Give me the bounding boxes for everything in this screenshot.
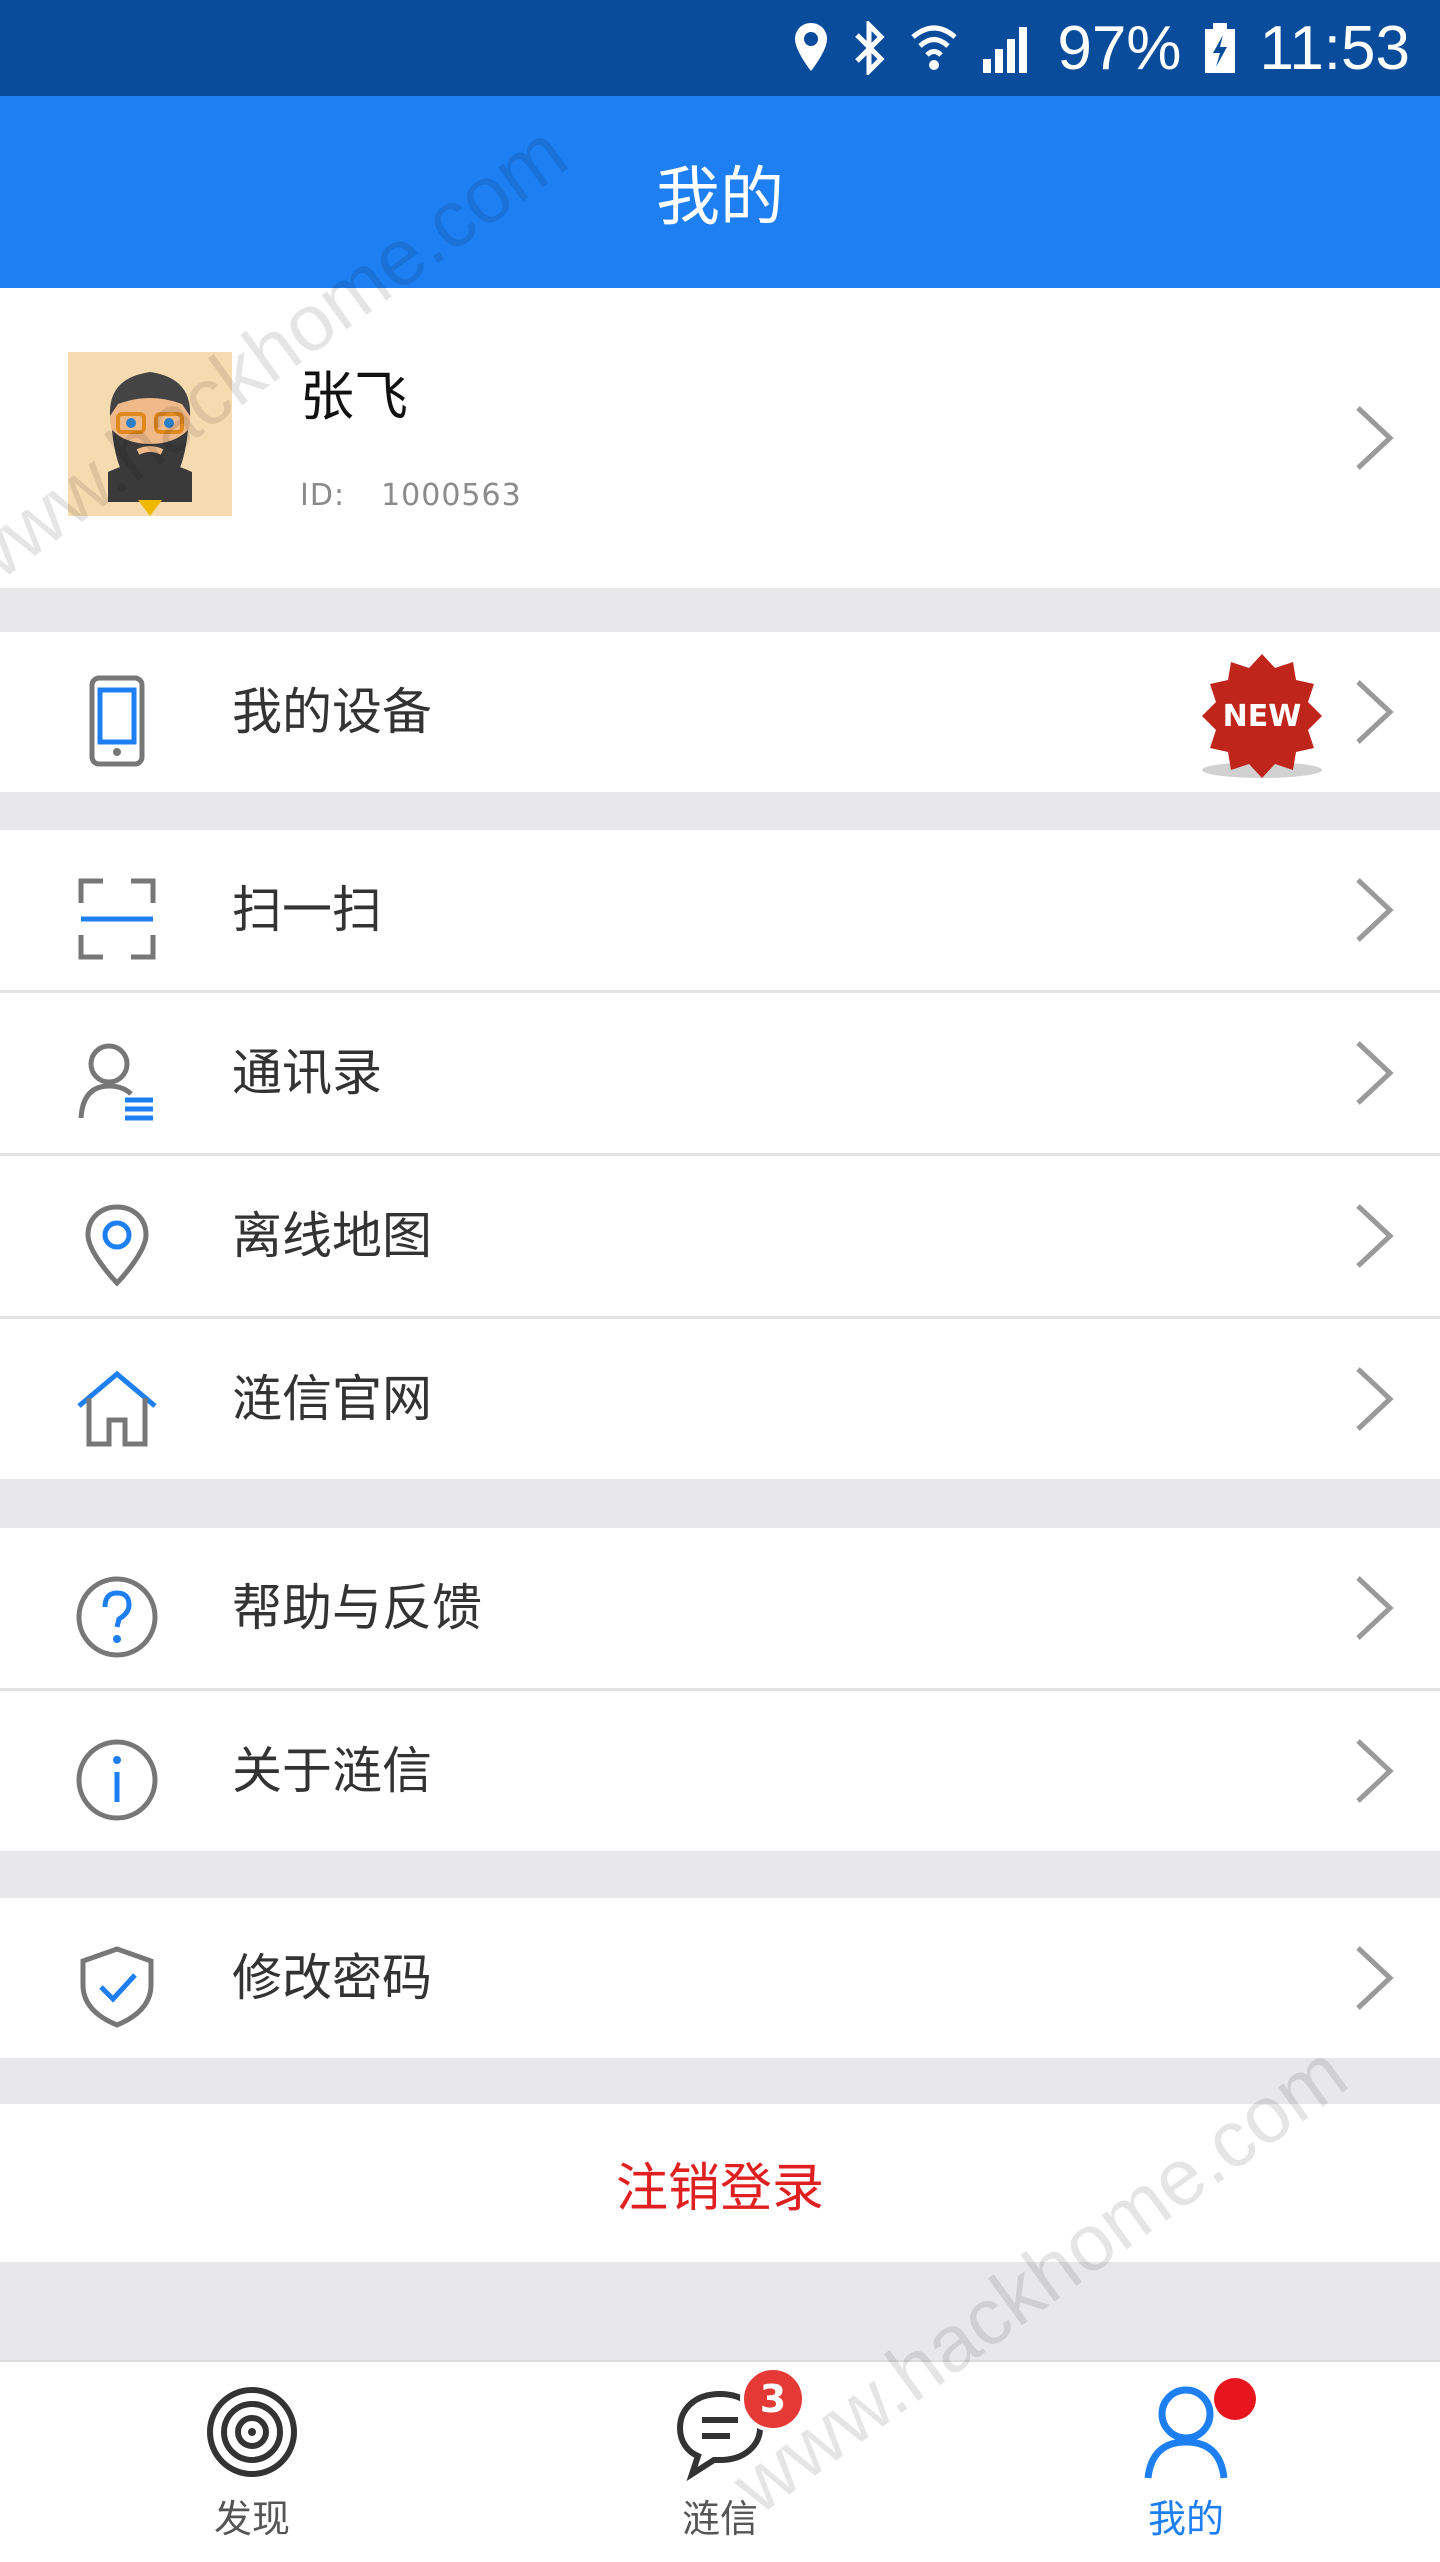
chevron-right-icon <box>1356 406 1394 470</box>
battery-percent: 97% <box>1057 13 1182 83</box>
new-badge-text: NEW <box>1223 699 1302 734</box>
chevron-right-icon <box>1356 1576 1394 1640</box>
app-header: 我的 <box>0 96 1440 288</box>
notification-dot <box>1214 2378 1256 2420</box>
chevron-right-icon <box>1356 1204 1394 1268</box>
menu-item-scan[interactable]: 扫一扫 <box>0 830 1440 990</box>
help-icon <box>70 1570 164 1664</box>
chevron-right-icon <box>1356 1367 1394 1431</box>
status-bar: 97% 11:53 <box>0 0 1440 96</box>
contacts-icon <box>70 1035 164 1129</box>
menu-item-label: 通讯录 <box>232 1044 382 1102</box>
unread-count-badge: 3 <box>740 2366 806 2432</box>
profile-id-value: 1000563 <box>381 478 522 513</box>
chevron-right-icon <box>1356 1041 1394 1105</box>
avatar[interactable] <box>68 352 232 516</box>
scan-icon <box>70 872 164 966</box>
bluetooth-icon <box>855 21 885 75</box>
menu-item-change-password[interactable]: 修改密码 <box>0 1898 1440 2058</box>
chevron-right-icon <box>1356 680 1394 744</box>
profile-id: ID: 1000563 <box>300 478 522 513</box>
shield-check-icon <box>70 1940 164 2034</box>
new-badge: NEW <box>1202 654 1322 778</box>
menu-item-my-devices[interactable]: 我的设备 NEW <box>0 632 1440 792</box>
home-icon <box>70 1361 164 1455</box>
profile-name: 张飞 <box>300 365 408 428</box>
tab-label: 涟信 <box>681 2497 758 2541</box>
tab-label: 我的 <box>1147 2497 1224 2541</box>
phone-device-icon <box>70 674 164 768</box>
chevron-right-icon <box>1356 1739 1394 1803</box>
target-icon <box>207 2387 297 2477</box>
tab-label: 发现 <box>213 2497 290 2541</box>
profile-id-label: ID: <box>300 478 346 513</box>
tab-messages[interactable]: 3 涟信 <box>600 2362 840 2562</box>
menu-item-label: 涟信官网 <box>232 1370 432 1428</box>
chevron-right-icon <box>1356 878 1394 942</box>
profile-card[interactable]: 张飞 ID: 1000563 <box>0 288 1440 588</box>
page-title: 我的 <box>656 161 784 235</box>
signal-icon <box>983 27 1028 73</box>
bottom-tab-bar: 发现 3 涟信 我的 <box>0 2360 1440 2562</box>
logout-button[interactable]: 注销登录 <box>0 2104 1440 2262</box>
menu-item-label: 修改密码 <box>232 1949 432 2007</box>
menu-item-label: 帮助与反馈 <box>232 1579 482 1637</box>
menu-item-help-feedback[interactable]: 帮助与反馈 <box>0 1528 1440 1688</box>
tab-me[interactable]: 我的 <box>1066 2362 1306 2562</box>
menu-item-label: 扫一扫 <box>232 881 382 939</box>
chevron-right-icon <box>1356 1946 1394 2010</box>
battery-charging-icon <box>1205 23 1236 73</box>
menu-item-label: 离线地图 <box>232 1207 432 1265</box>
location-icon <box>795 23 828 71</box>
map-pin-icon <box>70 1198 164 1292</box>
menu-item-official-site[interactable]: 涟信官网 <box>0 1319 1440 1479</box>
wifi-icon <box>911 25 957 70</box>
info-icon <box>70 1733 164 1827</box>
tab-discover[interactable]: 发现 <box>132 2362 372 2562</box>
menu-item-label: 我的设备 <box>232 683 432 741</box>
clock: 11:53 <box>1259 13 1410 83</box>
menu-item-about[interactable]: 关于涟信 <box>0 1691 1440 1851</box>
menu-item-contacts[interactable]: 通讯录 <box>0 993 1440 1153</box>
menu-item-label: 关于涟信 <box>232 1742 432 1800</box>
menu-item-offline-map[interactable]: 离线地图 <box>0 1156 1440 1316</box>
